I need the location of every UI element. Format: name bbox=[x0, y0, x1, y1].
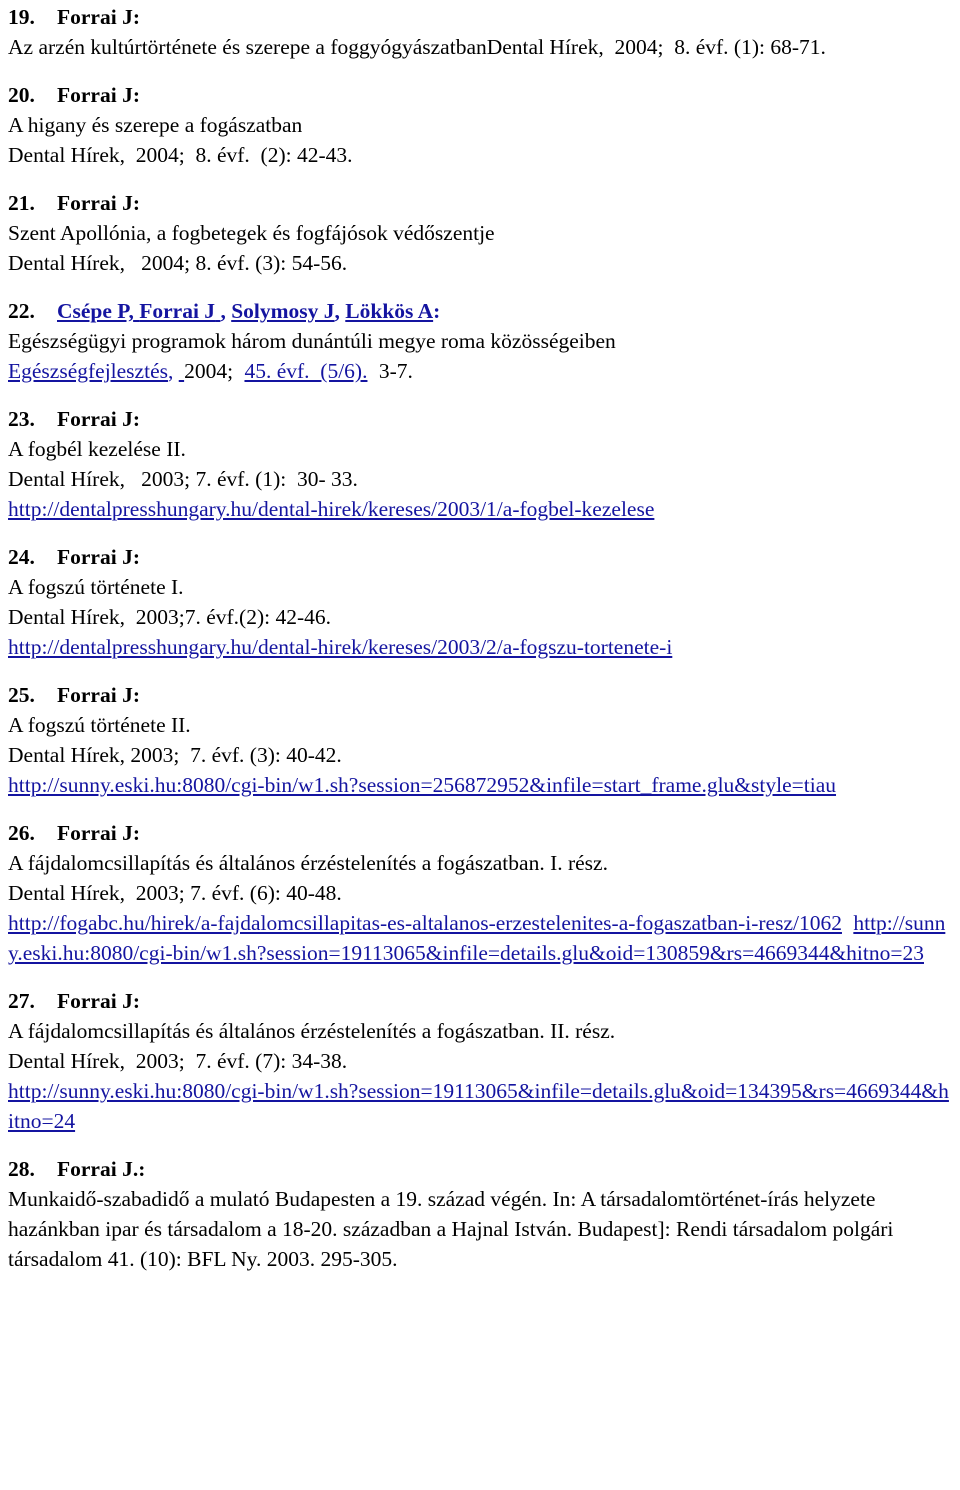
entry-source-line: Dental Hírek, 2003; 7. évf. (3): 40-42. bbox=[8, 743, 342, 767]
entry-source-line: Dental Hírek, 2004; 8. évf. (3): 54-56. bbox=[8, 251, 348, 275]
author-colon: : bbox=[433, 299, 441, 323]
entry-number: 28. bbox=[8, 1157, 35, 1181]
entry-citation-line: Munkaidő-szabadidő a mulató Budapesten a… bbox=[8, 1187, 899, 1271]
entry-citation-line: Az arzén kultúrtörténete és szerepe a fo… bbox=[8, 35, 826, 59]
bibliography-entry: 24. Forrai J: A fogszú története I. Denta… bbox=[8, 542, 954, 662]
entry-author: Forrai J: bbox=[57, 989, 140, 1013]
entry-number: 20. bbox=[8, 83, 35, 107]
entry-heading: 24. Forrai J: bbox=[8, 542, 954, 572]
entry-number: 22. bbox=[8, 299, 35, 323]
entry-author: Forrai J: bbox=[57, 191, 140, 215]
bibliography-entry: 27. Forrai J: A fájdalomcsillapítás és ál… bbox=[8, 986, 954, 1136]
entry-number: 26. bbox=[8, 821, 35, 845]
entry-source-line: Egészségfejlesztés, 2004; 45. évf. (5/6)… bbox=[8, 356, 954, 386]
entry-heading: 19. Forrai J: bbox=[8, 2, 954, 32]
entry-heading: 28. Forrai J.: bbox=[8, 1154, 954, 1184]
entry-number: 21. bbox=[8, 191, 35, 215]
entry-title-line: A higany és szerepe a fogászatban bbox=[8, 113, 303, 137]
bibliography-entry: 22. Csépe P, Forrai J , Solymosy J, Lökkö… bbox=[8, 296, 954, 386]
entry-title-line: A fogszú története II. bbox=[8, 713, 191, 737]
bibliography-entry: 21. Forrai J: Szent Apollónia, a fogbeteg… bbox=[8, 188, 954, 278]
entry-url-link[interactable]: http://sunny.eski.hu:8080/cgi-bin/w1.sh?… bbox=[8, 1076, 954, 1136]
entry-title-line: A fogszú története I. bbox=[8, 575, 184, 599]
bibliography-entry: 19. Forrai J: Az arzén kultúrtörténete és… bbox=[8, 2, 954, 62]
entry-title-line: A fájdalomcsillapítás és általános érzés… bbox=[8, 1019, 616, 1043]
entry-number: 27. bbox=[8, 989, 35, 1013]
entry-url-link[interactable]: http://dentalpresshungary.hu/dental-hire… bbox=[8, 494, 954, 524]
journal-pages: 3-7. bbox=[378, 359, 413, 383]
entry-source-line: Dental Hírek, 2004; 8. évf. (2): 42-43. bbox=[8, 143, 353, 167]
entry-title-line: Szent Apollónia, a fogbetegek és fogfájó… bbox=[8, 221, 495, 245]
entry-heading: 20. Forrai J: bbox=[8, 80, 954, 110]
author-link-solymosy[interactable]: Solymosy J bbox=[231, 299, 334, 323]
author-separator-comma: , bbox=[334, 299, 340, 323]
entry-url-link[interactable]: http://sunny.eski.hu:8080/cgi-bin/w1.sh?… bbox=[8, 770, 954, 800]
bibliography-entry: 25. Forrai J: A fogszú története II. Dent… bbox=[8, 680, 954, 800]
entry-author: Forrai J: bbox=[57, 407, 140, 431]
entry-number: 19. bbox=[8, 5, 35, 29]
entry-heading: 21. Forrai J: bbox=[8, 188, 954, 218]
entry-heading: 23. Forrai J: bbox=[8, 404, 954, 434]
entry-author: Forrai J: bbox=[57, 545, 140, 569]
entry-title-line: A fogbél kezelése II. bbox=[8, 437, 186, 461]
bibliography-entry: 23. Forrai J: A fogbél kezelése II. Denta… bbox=[8, 404, 954, 524]
entry-number: 25. bbox=[8, 683, 35, 707]
journal-comma: , bbox=[167, 359, 174, 383]
bibliography-entry: 20. Forrai J: A higany és szerepe a fogás… bbox=[8, 80, 954, 170]
entry-source-line: Dental Hírek, 2003; 7. évf. (7): 34-38. bbox=[8, 1049, 348, 1073]
author-forrai: Forrai J bbox=[139, 299, 216, 323]
bibliography-entry: 26. Forrai J: A fájdalomcsillapítás és ál… bbox=[8, 818, 954, 968]
bibliography-entry: 28. Forrai J.: Munkaidő-szabadidő a mulat… bbox=[8, 1154, 954, 1274]
entry-title-line: A fájdalomcsillapítás és általános érzés… bbox=[8, 851, 608, 875]
entry-heading: 25. Forrai J: bbox=[8, 680, 954, 710]
author-csepe: Csépe P, bbox=[57, 299, 134, 323]
journal-year: 2004; bbox=[184, 359, 234, 383]
entry-number: 23. bbox=[8, 407, 35, 431]
journal-volume-link[interactable]: 45. évf. (5/6). bbox=[244, 359, 367, 383]
author-separator-comma: , bbox=[220, 299, 226, 323]
author-link-csepe-forrai[interactable]: Csépe P, Forrai J bbox=[57, 299, 220, 323]
entry-heading: 26. Forrai J: bbox=[8, 818, 954, 848]
entry-title-line: Egészségügyi programok három dunántúli m… bbox=[8, 329, 616, 353]
document-page: 19. Forrai J: Az arzén kultúrtörténete és… bbox=[0, 0, 960, 1490]
entry-source-line: Dental Hírek, 2003; 7. évf. (6): 40-48. bbox=[8, 881, 342, 905]
entry-source-line: Dental Hírek, 2003; 7. évf. (1): 30- 33. bbox=[8, 467, 358, 491]
journal-link-egeszsegfejlesztes[interactable]: Egészségfejlesztés bbox=[8, 359, 168, 383]
entry-author: Forrai J: bbox=[57, 821, 140, 845]
entry-url-link[interactable]: http://dentalpresshungary.hu/dental-hire… bbox=[8, 632, 954, 662]
entry-author: Forrai J: bbox=[57, 5, 140, 29]
entry-source-line: Dental Hírek, 2003;7. évf.(2): 42-46. bbox=[8, 605, 332, 629]
entry-author: Forrai J: bbox=[57, 83, 140, 107]
entry-author: Forrai J: bbox=[57, 683, 140, 707]
entry-author: Forrai J.: bbox=[57, 1157, 146, 1181]
entry-url-link[interactable]: http://fogabc.hu/hirek/a-fajdalomcsillap… bbox=[8, 911, 842, 935]
entry-heading: 22. Csépe P, Forrai J , Solymosy J, Lökkö… bbox=[8, 296, 954, 326]
entry-number: 24. bbox=[8, 545, 35, 569]
entry-url-group: http://fogabc.hu/hirek/a-fajdalomcsillap… bbox=[8, 908, 954, 968]
entry-heading: 27. Forrai J: bbox=[8, 986, 954, 1016]
author-link-lokkos[interactable]: Lökkös A bbox=[345, 299, 433, 323]
